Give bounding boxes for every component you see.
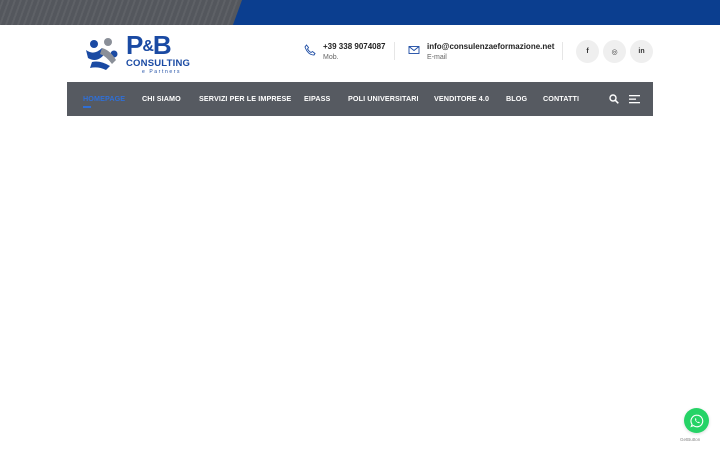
nav-item-contatti[interactable]: CONTATTI — [543, 94, 579, 103]
nav-item-eipass[interactable]: EIPASS — [304, 94, 330, 103]
whatsapp-button[interactable] — [684, 408, 709, 433]
logo-wordmark: P&B — [126, 30, 172, 60]
nav-item-blog[interactable]: BLOG — [506, 94, 527, 103]
facebook-button[interactable]: f — [576, 40, 599, 63]
email-contact[interactable]: info@consulenzaeformazione.net E-mail — [408, 42, 558, 66]
instagram-icon: ◎ — [611, 48, 618, 56]
envelope-icon — [408, 46, 420, 54]
top-bar — [0, 0, 720, 25]
email-address: info@consulenzaeformazione.net — [427, 42, 555, 51]
contact-divider — [394, 42, 395, 60]
site-logo[interactable]: P&B CONSULTING e Partners — [84, 30, 191, 76]
phone-contact[interactable]: +39 338 9074087 Mob. — [304, 42, 394, 66]
phone-icon — [304, 44, 316, 56]
contact-divider — [562, 42, 563, 60]
logo-tagline: e Partners — [142, 69, 182, 75]
nav-item-chi-siamo[interactable]: CHI SIAMO — [142, 94, 181, 103]
search-icon[interactable] — [609, 94, 619, 104]
menu-icon[interactable] — [629, 94, 640, 104]
logo-people-icon — [86, 38, 118, 70]
facebook-icon: f — [586, 48, 589, 55]
nav-item-servizi[interactable]: SERVIZI PER LE IMPRESE — [199, 94, 291, 103]
whatsapp-icon — [689, 414, 703, 427]
logo-subtitle: CONSULTING — [126, 58, 191, 69]
nav-active-indicator — [83, 106, 91, 108]
email-label: E-mail — [427, 54, 447, 61]
nav-item-homepage[interactable]: HOMEPAGE — [83, 94, 125, 103]
phone-label: Mob. — [323, 54, 339, 61]
getbutton-credit[interactable]: GetButton — [680, 437, 700, 442]
main-navigation: HOMEPAGE CHI SIAMO SERVIZI PER LE IMPRES… — [67, 82, 653, 116]
phone-number: +39 338 9074087 — [323, 42, 386, 51]
linkedin-icon: in — [638, 48, 645, 55]
linkedin-button[interactable]: in — [630, 40, 653, 63]
nav-item-poli-universitari[interactable]: POLI UNIVERSITARI — [348, 94, 419, 103]
instagram-button[interactable]: ◎ — [603, 40, 626, 63]
top-bar-pattern — [0, 0, 242, 25]
nav-item-venditore[interactable]: VENDITORE 4.0 — [434, 94, 489, 103]
